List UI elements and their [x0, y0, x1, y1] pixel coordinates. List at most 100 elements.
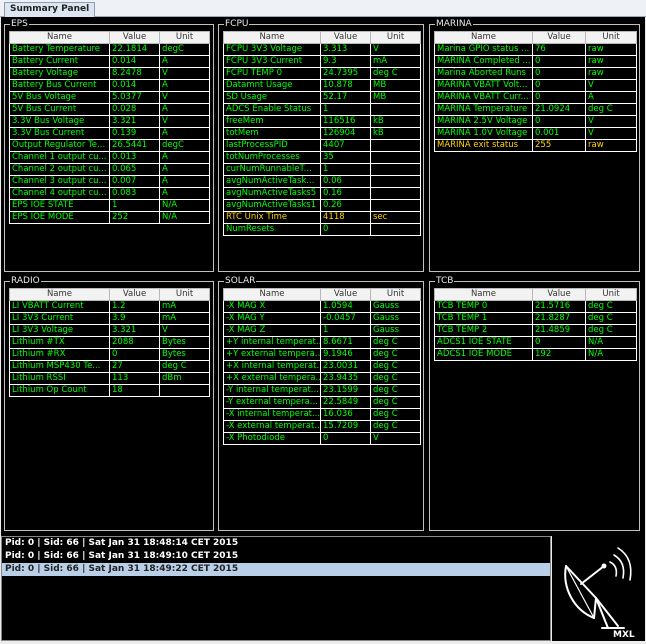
marina-cell-unit: V: [585, 79, 637, 92]
solar-col-value[interactable]: Value: [320, 288, 371, 301]
table-row[interactable]: Lithium RSSI 113 dBm: [9, 372, 210, 385]
marina-cell-name: MARINA Temperature: [434, 103, 533, 116]
table-row[interactable]: Lithium Op Count 18: [9, 384, 210, 397]
table-row[interactable]: Battery Voltage 8.2478 V: [9, 67, 210, 80]
log-entry[interactable]: Pid: 0 | Sid: 66 | Sat Jan 31 18:49:10 C…: [2, 550, 550, 563]
table-row[interactable]: Datamnt Usage 10.878 MB: [223, 79, 421, 92]
table-row[interactable]: +Y internal temperat... 8.6671 deg C: [223, 336, 421, 349]
eps-cell-value: 0.028: [109, 103, 160, 116]
table-row[interactable]: Battery Bus Current 0.014 A: [9, 79, 210, 92]
table-row[interactable]: ADCS1 IOE STATE 0 N/A: [434, 336, 637, 349]
tcb-col-value[interactable]: Value: [532, 288, 586, 301]
radio-col-unit[interactable]: Unit: [159, 288, 210, 301]
table-row[interactable]: Battery Temperature 22.1814 degC: [9, 43, 210, 56]
table-row[interactable]: MARINA VBATT Volt... 0 V: [434, 79, 637, 92]
tcb-col-unit[interactable]: Unit: [585, 288, 637, 301]
table-row[interactable]: -X MAG X 1.0594 Gauss: [223, 300, 421, 313]
eps-col-name[interactable]: Name: [9, 31, 110, 44]
table-row[interactable]: -Y external tempera... 22.5849 deg C: [223, 396, 421, 409]
table-row[interactable]: -Y internal temperat... 23.1599 deg C: [223, 384, 421, 397]
radio-col-name[interactable]: Name: [9, 288, 110, 301]
eps-col-value[interactable]: Value: [109, 31, 160, 44]
table-row[interactable]: Channel 4 output cu... 0.083 A: [9, 187, 210, 200]
tab-summary-panel[interactable]: Summary Panel: [4, 2, 96, 17]
table-row[interactable]: Lithium #RX 0 Bytes: [9, 348, 210, 361]
table-row[interactable]: -X Photodiode 0 V: [223, 432, 421, 445]
marina-col-value[interactable]: Value: [532, 31, 586, 44]
radio-col-value[interactable]: Value: [109, 288, 160, 301]
table-row[interactable]: LI VBATT Current 1.2 mA: [9, 300, 210, 313]
table-row[interactable]: totNumProcesses 35: [223, 151, 421, 164]
fcpu-col-name[interactable]: Name: [223, 31, 321, 44]
marina-col-unit[interactable]: Unit: [585, 31, 637, 44]
fcpu-col-unit[interactable]: Unit: [370, 31, 421, 44]
table-row[interactable]: NumResets 0: [223, 223, 421, 236]
table-row[interactable]: ADCS1 IOE MODE 192 N/A: [434, 348, 637, 361]
radio-cell-name: Lithium Op Count: [9, 384, 110, 397]
eps-col-unit[interactable]: Unit: [159, 31, 210, 44]
table-row[interactable]: avgNumActiveTasks5 0.16: [223, 187, 421, 200]
eps-cell-value: 8.2478: [109, 67, 160, 80]
fcpu-col-value[interactable]: Value: [320, 31, 371, 44]
table-row[interactable]: -X MAG Z 1 Gauss: [223, 324, 421, 337]
marina-col-name[interactable]: Name: [434, 31, 533, 44]
table-row[interactable]: Marina GPIO status ... 76 raw: [434, 43, 637, 56]
table-row[interactable]: -X MAG Y -0.0457 Gauss: [223, 312, 421, 325]
table-row[interactable]: avgNumActiveTask... 0.06: [223, 175, 421, 188]
table-row[interactable]: Lithium MSP430 Te... 27 deg C: [9, 360, 210, 373]
solar-col-name[interactable]: Name: [223, 288, 321, 301]
table-row[interactable]: TCB TEMP 2 21.4859 deg C: [434, 324, 637, 337]
table-row[interactable]: TCB TEMP 1 21.8287 deg C: [434, 312, 637, 325]
eps-cell-unit: N/A: [159, 211, 210, 224]
solar-col-unit[interactable]: Unit: [370, 288, 421, 301]
table-row[interactable]: Channel 2 output cu... 0.065 A: [9, 163, 210, 176]
eps-cell-value: 252: [109, 211, 160, 224]
table-row[interactable]: -X external temperat... 15.7209 deg C: [223, 420, 421, 433]
table-row[interactable]: FCPU TEMP 0 24.7395 deg C: [223, 67, 421, 80]
table-row[interactable]: +Y external tempera... 9.1946 deg C: [223, 348, 421, 361]
table-row[interactable]: totMem 126904 kB: [223, 127, 421, 140]
eps-cell-value: 0.013: [109, 151, 160, 164]
tcb-col-name[interactable]: Name: [434, 288, 533, 301]
table-row[interactable]: -X internal temperat... 16.036 deg C: [223, 408, 421, 421]
table-row[interactable]: LI 3V3 Current 3.9 mA: [9, 312, 210, 325]
table-row[interactable]: +X external tempera... 23.9435 deg C: [223, 372, 421, 385]
table-row[interactable]: 5V Bus Voltage 5.0377 V: [9, 91, 210, 104]
table-row[interactable]: lastProcessPID 4407: [223, 139, 421, 152]
table-row[interactable]: avgNumActiveTasks1 0.26: [223, 199, 421, 212]
table-row[interactable]: freeMem 116516 kB: [223, 115, 421, 128]
table-row[interactable]: MARINA exit status 255 raw: [434, 139, 637, 152]
radio-table: Name Value Unit LI VBATT Current 1.2 mA LI …: [9, 288, 210, 397]
table-row[interactable]: TCB TEMP 0 21.5716 deg C: [434, 300, 637, 313]
solar-cell-unit: deg C: [370, 396, 421, 409]
table-row[interactable]: SD Usage 52.17 MB: [223, 91, 421, 104]
table-row[interactable]: MARINA Temperature 21.0924 deg C: [434, 103, 637, 116]
table-row[interactable]: RTC Unix Time 4118 sec: [223, 211, 421, 224]
table-row[interactable]: LI 3V3 Voltage 3.321 V: [9, 324, 210, 337]
table-row[interactable]: EPS IOE STATE 1 N/A: [9, 199, 210, 212]
table-row[interactable]: Battery Current 0.014 A: [9, 55, 210, 68]
table-row[interactable]: MARINA 1.0V Voltage 0.001 V: [434, 127, 637, 140]
table-row[interactable]: ADCS Enable Status 1: [223, 103, 421, 116]
table-row[interactable]: MARINA 2.5V Voltage 0 V: [434, 115, 637, 128]
table-row[interactable]: MARINA VBATT Curr... 0 A: [434, 91, 637, 104]
table-row[interactable]: Lithium #TX 2088 Bytes: [9, 336, 210, 349]
log-entry[interactable]: Pid: 0 | Sid: 66 | Sat Jan 31 18:49:22 C…: [2, 563, 550, 576]
table-row[interactable]: 3.3V Bus Voltage 3.321 V: [9, 115, 210, 128]
table-row[interactable]: FCPU 3V3 Voltage 3.313 V: [223, 43, 421, 56]
table-row[interactable]: 3.3V Bus Current 0.139 A: [9, 127, 210, 140]
eps-cell-value: 1: [109, 199, 160, 212]
fcpu-cell-unit: [370, 175, 421, 188]
table-row[interactable]: +X internal temperat... 23.0031 deg C: [223, 360, 421, 373]
table-row[interactable]: FCPU 3V3 Current 9.3 mA: [223, 55, 421, 68]
table-row[interactable]: EPS IOE MODE 252 N/A: [9, 211, 210, 224]
log-entry[interactable]: Pid: 0 | Sid: 66 | Sat Jan 31 18:48:14 C…: [2, 537, 550, 550]
radio-cell-unit: mA: [159, 300, 210, 313]
table-row[interactable]: Output Regulator Te... 26.5441 degC: [9, 139, 210, 152]
table-row[interactable]: Channel 1 output cu... 0.013 A: [9, 151, 210, 164]
table-row[interactable]: Marina Aborted Runs 0 raw: [434, 67, 637, 80]
table-row[interactable]: MARINA Completed ... 0 raw: [434, 55, 637, 68]
table-row[interactable]: Channel 3 output cu... 0.007 A: [9, 175, 210, 188]
table-row[interactable]: 5V Bus Current 0.028 A: [9, 103, 210, 116]
table-row[interactable]: curNumRunnableT... 1: [223, 163, 421, 176]
